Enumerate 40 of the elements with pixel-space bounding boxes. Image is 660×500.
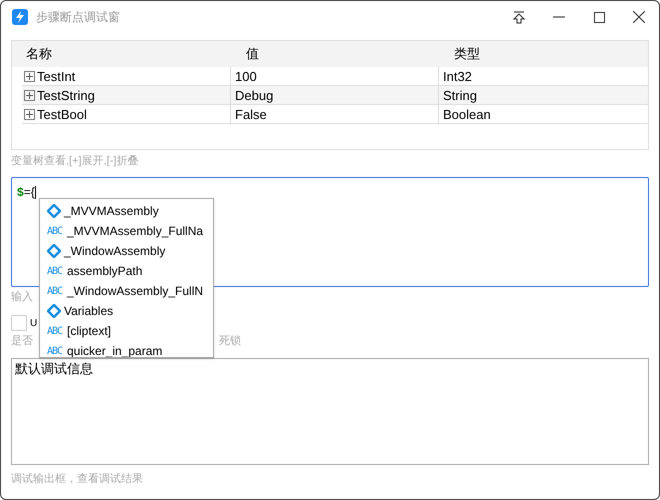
hint-text: 是否 [11,335,33,348]
table-cell-text: TestBool [37,106,87,124]
hint-text: 调试输出框，查看调试结果 [11,472,143,487]
expander[interactable] [24,71,35,82]
close-icon [633,11,645,23]
hint-text: 输入 [11,291,33,304]
text-type-icon: ABC [47,264,64,278]
completion-item[interactable]: _MVVMAssembly [40,201,213,221]
column-header: 名称 [26,45,53,64]
table-cell-text: TestInt [37,68,76,86]
hint-text: 死锁 [219,335,241,348]
completion-item[interactable]: Variables [40,301,213,321]
maximize-icon [594,12,604,22]
diamond-icon [47,244,61,258]
checkbox[interactable] [11,315,27,331]
completion-item[interactable]: ABC [cliptext] [40,321,213,341]
table-cell-text: Boolean [442,106,492,124]
table-cell-text: String [442,87,478,106]
completion-item[interactable]: _WindowAssembly [40,241,213,261]
table-cell-text: Int32 [442,68,473,86]
table-cell: False [231,105,439,124]
column-header: 类型 [454,45,481,64]
expander[interactable] [24,109,35,120]
text-type-icon: ABC [47,344,64,357]
checkbox-label: U [30,316,38,330]
table-cell-text: TestString [37,87,95,105]
expander[interactable] [24,90,35,102]
window-title: 步骤断点调试窗 [36,9,120,26]
completion-item[interactable]: ABC _MVVMAssembly_FullNa [40,221,213,241]
diamond-icon [47,204,61,218]
text-type-icon: ABC [47,224,64,238]
column-header: 值 [246,45,260,64]
hint-text: 变量树查看,[+]展开,[-]折叠 [11,154,140,169]
bolt-logo-icon [12,9,28,25]
minimize-icon [553,16,565,18]
completion-item[interactable]: ABC assemblyPath [40,261,213,281]
text-type-icon: ABC [47,324,64,338]
pin-top-icon [513,10,525,24]
diamond-icon [47,304,61,318]
output-box[interactable]: 默认调试信息 [11,358,649,465]
